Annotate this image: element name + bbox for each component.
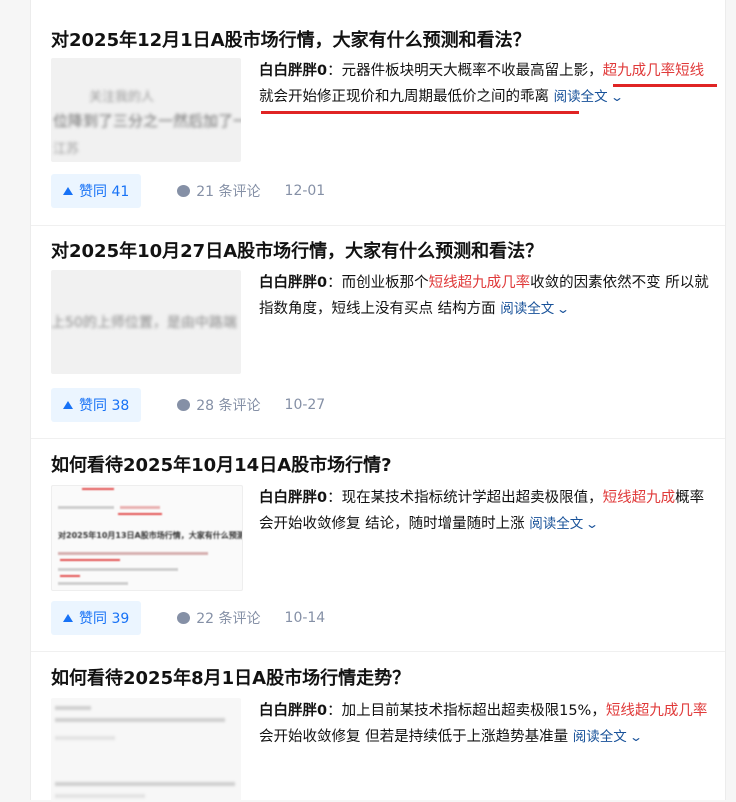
thumbnail-mark (58, 552, 208, 555)
chevron-down-icon: ⌄ (609, 90, 624, 104)
thumbnail-mark (82, 488, 114, 490)
thumbnail-text: 关注我的人 (89, 90, 155, 105)
excerpt-text: 而创业板那个 (341, 275, 429, 291)
action-bar: 赞同 38 28 条评论 10-27 (51, 388, 325, 422)
thumbnail-mark (120, 506, 160, 509)
comment-count: 28 条评论 (196, 398, 261, 414)
triangle-up-icon (63, 401, 73, 409)
annotation-underline (261, 111, 579, 114)
vote-button[interactable]: 赞同 38 (51, 388, 142, 422)
thumbnail-text: 对2025年10月13日A股市场行情，大家有什么预测和看法？ (58, 531, 243, 540)
thumbnail-mark (58, 506, 114, 509)
comment-button[interactable]: 28 条评论 (177, 395, 261, 415)
feed-item: 对2025年10月27日A股市场行情，大家有什么预测和看法？ 上50的上师位置，… (31, 226, 725, 439)
thumbnail-text: 上50的上师位置，是由中路端 (51, 315, 237, 331)
author-name[interactable]: 白白胖胖0 (259, 703, 327, 719)
feed-item: 如何看待2025年8月1日A股市场行情走势？ 白白胖胖0：加上目前某技术指标超出… (31, 652, 725, 802)
action-bar: 赞同 41 21 条评论 12-01 (51, 174, 325, 208)
thumbnail-text: 位降到了三分之一然后加了一 (53, 112, 241, 130)
thumbnail-mark (58, 582, 128, 585)
comment-count: 22 条评论 (196, 611, 261, 627)
read-more-link[interactable]: 阅读全文 ⌄ (529, 516, 599, 532)
action-bar: 赞同 39 22 条评论 10-14 (51, 601, 325, 635)
post-date: 10-27 (284, 397, 326, 413)
question-title[interactable]: 如何看待2025年8月1日A股市场行情走势？ (51, 666, 705, 692)
answer-thumbnail[interactable] (51, 698, 241, 802)
excerpt-text: 加上目前某技术指标超出超卖极限15%， (341, 703, 606, 719)
post-date: 10-14 (284, 610, 326, 626)
vote-count: 赞同 38 (79, 398, 130, 414)
author-name[interactable]: 白白胖胖0 (259, 63, 327, 79)
read-more-link[interactable]: 阅读全文 ⌄ (554, 89, 624, 105)
comment-bubble-icon (177, 612, 191, 624)
triangle-up-icon (63, 614, 73, 622)
answer-thumbnail[interactable]: 关注我的人 位降到了三分之一然后加了一 江苏 (51, 58, 241, 162)
thumbnail-mark (60, 575, 80, 577)
answer-excerpt[interactable]: 白白胖胖0：加上目前某技术指标超出超卖极限15%，短线超九成几率会开始收敛修复 … (259, 698, 709, 750)
comment-bubble-icon (177, 185, 191, 197)
answer-excerpt[interactable]: 白白胖胖0：现在某技术指标统计学超出超卖极限值，短线超九成概率会开始收敛修复 结… (259, 485, 709, 537)
chevron-down-icon: ⌄ (585, 517, 600, 531)
question-title[interactable]: 对2025年12月1日A股市场行情，大家有什么预测和看法？ (51, 28, 705, 54)
comment-button[interactable]: 21 条评论 (177, 181, 261, 201)
excerpt-text: 现在某技术指标统计学超出超卖极限值， (341, 490, 603, 506)
question-title[interactable]: 对2025年10月27日A股市场行情，大家有什么预测和看法？ (51, 239, 705, 265)
feed-item: 对2025年12月1日A股市场行情，大家有什么预测和看法？ 关注我的人 位降到了… (31, 0, 725, 226)
thumbnail-mark (55, 706, 91, 710)
thumbnail-text: 江苏 (53, 142, 80, 157)
thumbnail-mark (55, 718, 225, 722)
excerpt-highlight: 超九成几率短线 (602, 63, 705, 79)
comment-button[interactable]: 22 条评论 (177, 608, 261, 628)
vote-count: 赞同 39 (79, 611, 130, 627)
answer-thumbnail[interactable]: 上50的上师位置，是由中路端 (51, 270, 241, 374)
author-name[interactable]: 白白胖胖0 (259, 490, 327, 506)
excerpt-highlight: 短线超九成 (602, 490, 676, 506)
vote-count: 赞同 41 (79, 184, 130, 200)
comment-count: 21 条评论 (196, 184, 261, 200)
thumbnail-mark (55, 794, 145, 798)
vote-button[interactable]: 赞同 41 (51, 174, 142, 208)
feed-item: 如何看待2025年10月14日A股市场行情? 对2025年10月13日A股市场行… (31, 439, 725, 652)
thumbnail-mark (58, 568, 178, 571)
triangle-up-icon (63, 187, 73, 195)
read-more-link[interactable]: 阅读全文 ⌄ (500, 301, 570, 317)
author-name[interactable]: 白白胖胖0 (259, 275, 327, 291)
chevron-down-icon: ⌄ (628, 730, 643, 744)
post-date: 12-01 (284, 183, 326, 199)
question-title[interactable]: 如何看待2025年10月14日A股市场行情? (51, 453, 705, 479)
thumbnail-mark (60, 559, 120, 561)
chevron-down-icon: ⌄ (556, 302, 571, 316)
excerpt-text: 元器件板块明天大概率不收最高留上影， (341, 63, 603, 79)
excerpt-highlight: 短线超九成几率 (428, 275, 531, 291)
annotation-underline (613, 84, 717, 87)
vote-button[interactable]: 赞同 39 (51, 601, 142, 635)
read-more-link[interactable]: 阅读全文 ⌄ (573, 729, 643, 745)
excerpt-text: 就会开始修正现价和九周期最低价之间的乖离 (259, 89, 549, 105)
answer-excerpt[interactable]: 白白胖胖0：而创业板那个短线超九成几率收敛的因素依然不变 所以就指数角度，短线上… (259, 270, 709, 322)
thumbnail-mark (118, 513, 162, 515)
comment-bubble-icon (177, 399, 191, 411)
excerpt-text: 会开始收敛修复 但若是持续低于上涨趋势基准量 (259, 729, 569, 745)
answer-thumbnail[interactable]: 对2025年10月13日A股市场行情，大家有什么预测和看法？ (51, 485, 243, 591)
answer-feed: 对2025年12月1日A股市场行情，大家有什么预测和看法？ 关注我的人 位降到了… (30, 0, 726, 802)
thumbnail-mark (55, 736, 115, 740)
thumbnail-mark (55, 782, 235, 786)
excerpt-highlight: 短线超九成几率 (605, 703, 708, 719)
